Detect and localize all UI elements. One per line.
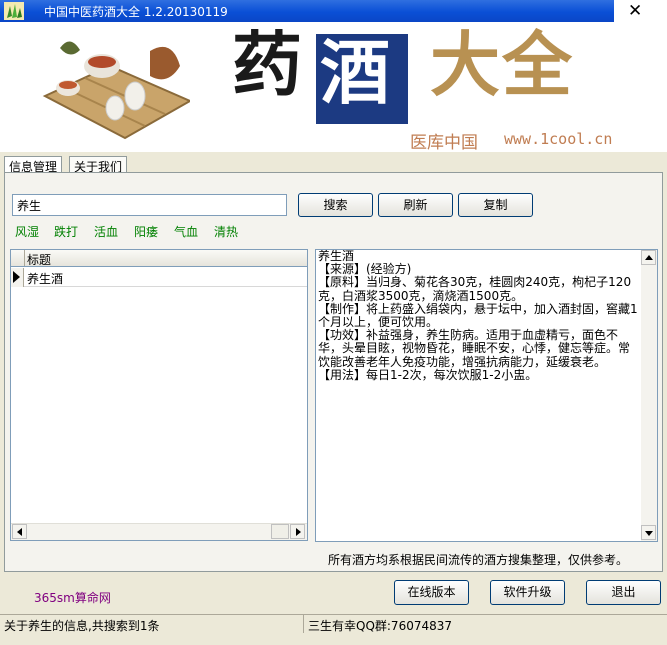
vertical-scrollbar[interactable]: [641, 250, 657, 541]
status-qq-group: 三生有幸QQ群:76074837: [308, 619, 453, 633]
grid-header: [10, 249, 308, 267]
arrow-down-icon: [645, 531, 653, 536]
tea-set-photo: [42, 41, 190, 140]
arrow-up-icon: [645, 255, 653, 260]
upgrade-button[interactable]: 软件升级: [490, 580, 565, 605]
category-link[interactable]: 活血: [94, 223, 118, 240]
tab-info-management[interactable]: 信息管理: [4, 156, 63, 174]
banner-title-daquan: 大全: [430, 23, 574, 106]
status-divider: [303, 615, 304, 633]
site-link[interactable]: 365sm算命网: [34, 589, 111, 606]
exit-button[interactable]: 退出: [586, 580, 661, 605]
window-title: 中国中医药酒大全 1.2.20130119: [44, 5, 228, 19]
tab-about-us[interactable]: 关于我们: [69, 156, 128, 174]
detail-text[interactable]: 养生酒 【来源】(经验方) 【原料】当归身、菊花各30克，桂圆肉240克，枸杞子…: [318, 250, 638, 538]
category-link[interactable]: 阳痿: [134, 223, 158, 240]
arrow-right-icon: [296, 528, 301, 536]
app-leaf-icon: [4, 2, 24, 20]
scroll-left-button[interactable]: [12, 524, 27, 539]
copy-button[interactable]: 复制: [458, 193, 533, 217]
online-version-button[interactable]: 在线版本: [394, 580, 469, 605]
arrow-left-icon: [17, 528, 22, 536]
scroll-up-button[interactable]: [641, 250, 656, 265]
category-link[interactable]: 气血: [174, 223, 198, 240]
banner-subtitle: 医库中国: [410, 133, 478, 153]
close-button[interactable]: ✕: [614, 0, 667, 22]
horizontal-scrollbar[interactable]: [11, 523, 307, 540]
close-icon: ✕: [628, 1, 643, 21]
table-cell-title[interactable]: 养生酒: [27, 270, 63, 287]
category-link[interactable]: 风湿: [15, 223, 39, 240]
scroll-thumb[interactable]: [271, 524, 289, 539]
status-result-count: 关于养生的信息,共搜索到1条: [4, 619, 160, 633]
banner-title-yao: 药: [232, 23, 302, 106]
scroll-right-button[interactable]: [290, 524, 305, 539]
grid-column-title[interactable]: 标题: [27, 251, 51, 268]
results-grid[interactable]: [10, 249, 308, 541]
disclaimer-text: 所有酒方均系根据民间流传的酒方搜集整理，仅供参考。: [328, 553, 629, 567]
search-button[interactable]: 搜索: [298, 193, 373, 217]
row-pointer-icon: [13, 271, 20, 283]
category-link[interactable]: 跌打: [54, 223, 78, 240]
refresh-button[interactable]: 刷新: [378, 193, 453, 217]
search-input[interactable]: [12, 194, 287, 216]
banner-url: www.1cool.cn: [504, 130, 613, 148]
banner-title-jiu: 酒: [320, 31, 390, 114]
scroll-down-button[interactable]: [641, 525, 656, 540]
grid-header-divider: [24, 250, 25, 266]
category-link[interactable]: 清热: [214, 223, 238, 240]
